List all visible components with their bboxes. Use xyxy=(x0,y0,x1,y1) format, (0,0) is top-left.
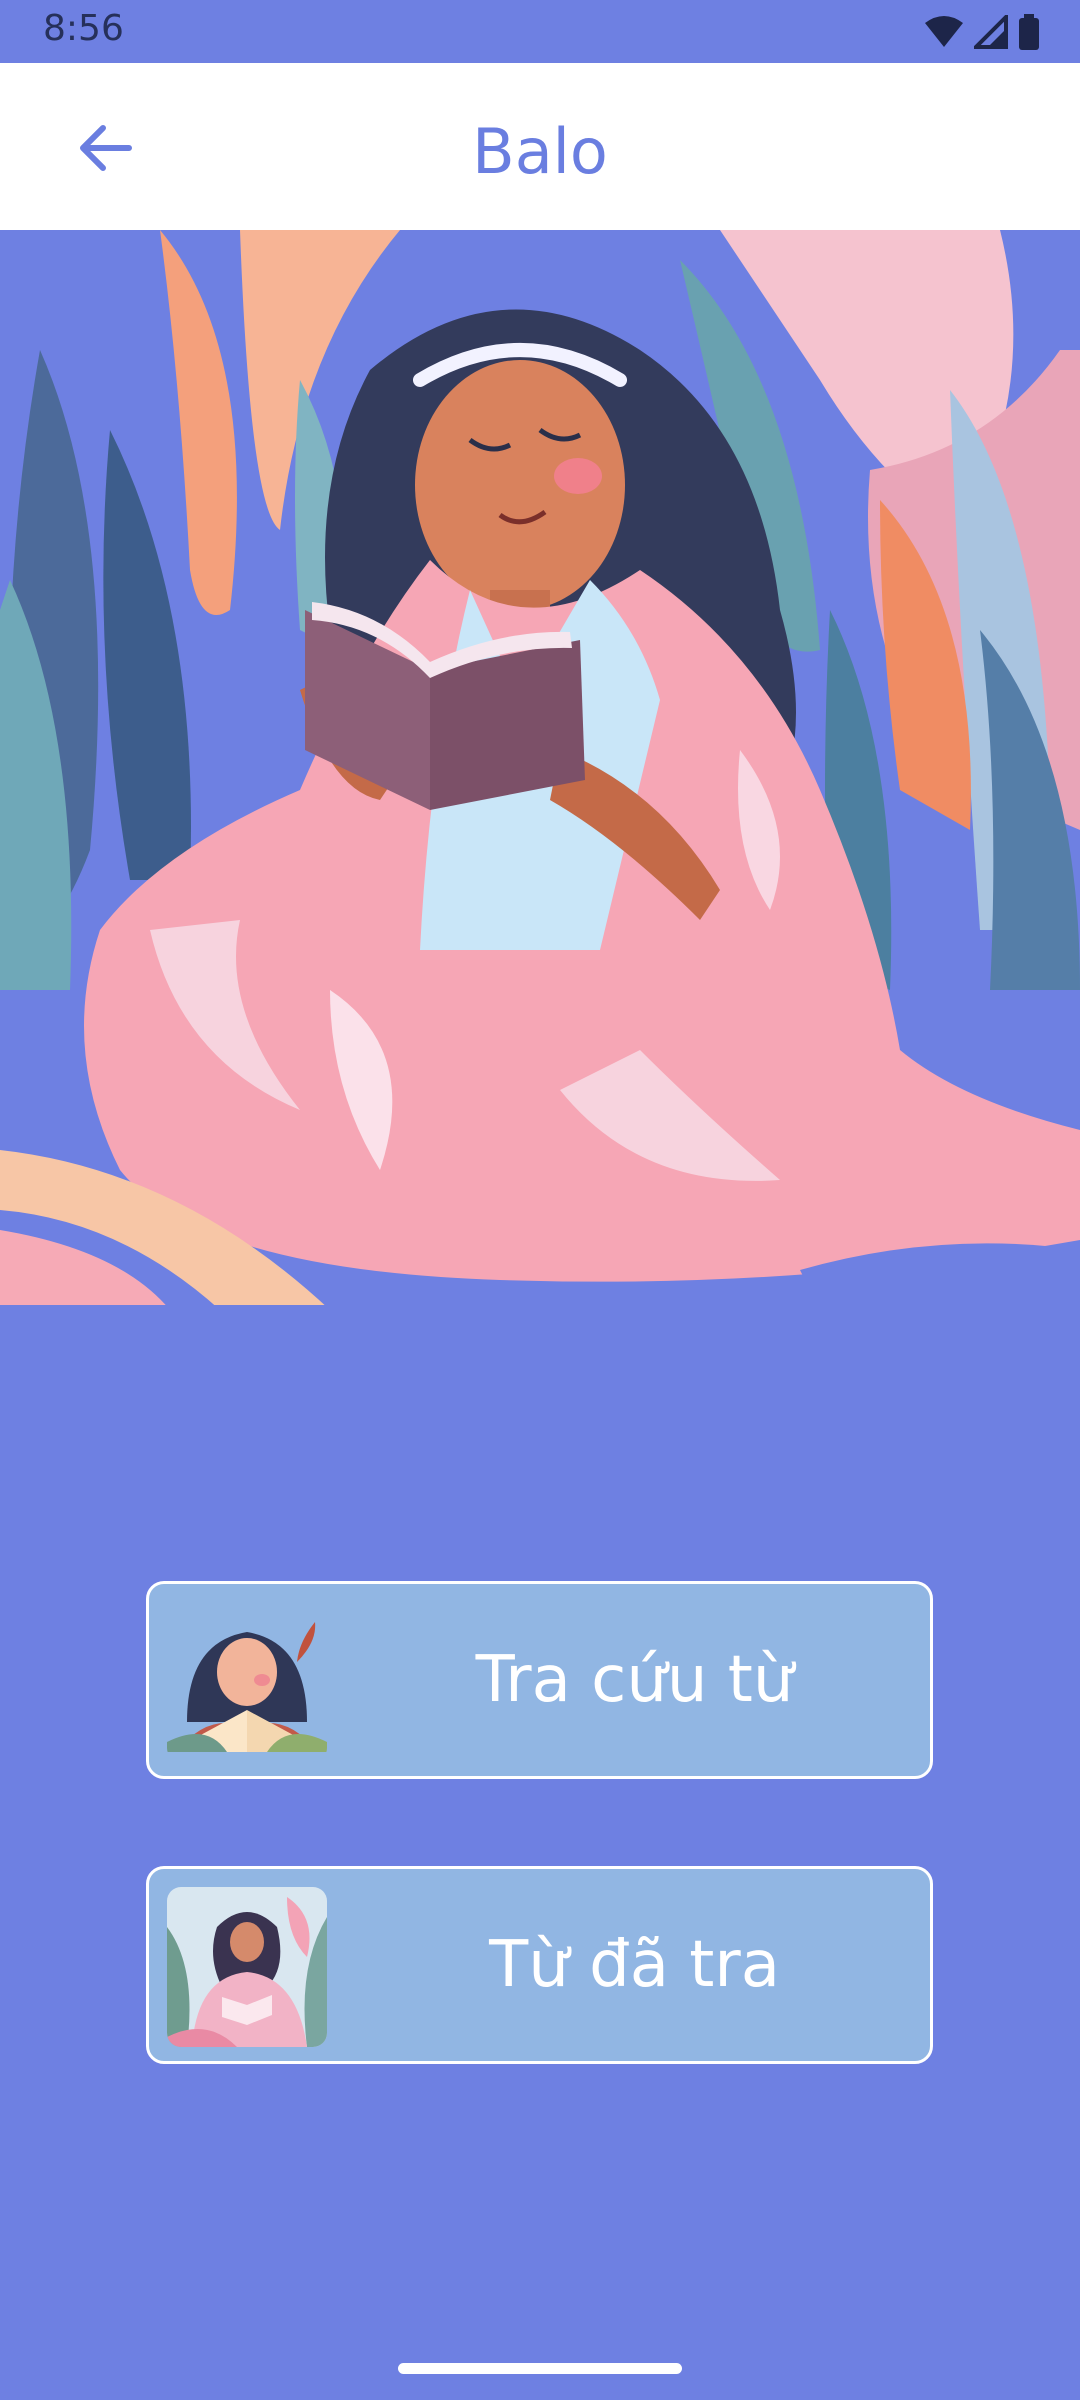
lookup-word-button[interactable]: Tra cứu từ xyxy=(146,1581,933,1779)
status-time: 8:56 xyxy=(43,8,124,49)
home-indicator[interactable] xyxy=(398,2363,682,2374)
searched-words-button[interactable]: Từ đã tra xyxy=(146,1866,933,2064)
lookup-word-label: Tra cứu từ xyxy=(475,1643,794,1717)
wifi-icon xyxy=(925,16,963,47)
status-bar: 8:56 xyxy=(0,0,1080,63)
hero-illustration xyxy=(0,230,1080,1310)
girl-reading-illustration xyxy=(0,230,1080,1310)
status-icons xyxy=(924,12,1040,52)
girl-with-open-book-thumbnail xyxy=(167,1602,327,1762)
battery-icon xyxy=(1019,14,1039,50)
cellular-signal-icon xyxy=(974,15,1008,49)
girl-reading-thumbnail xyxy=(167,1887,327,2047)
page-title: Balo xyxy=(472,115,608,188)
searched-words-label: Từ đã tra xyxy=(489,1928,780,2002)
app-bar: Balo xyxy=(0,63,1080,230)
